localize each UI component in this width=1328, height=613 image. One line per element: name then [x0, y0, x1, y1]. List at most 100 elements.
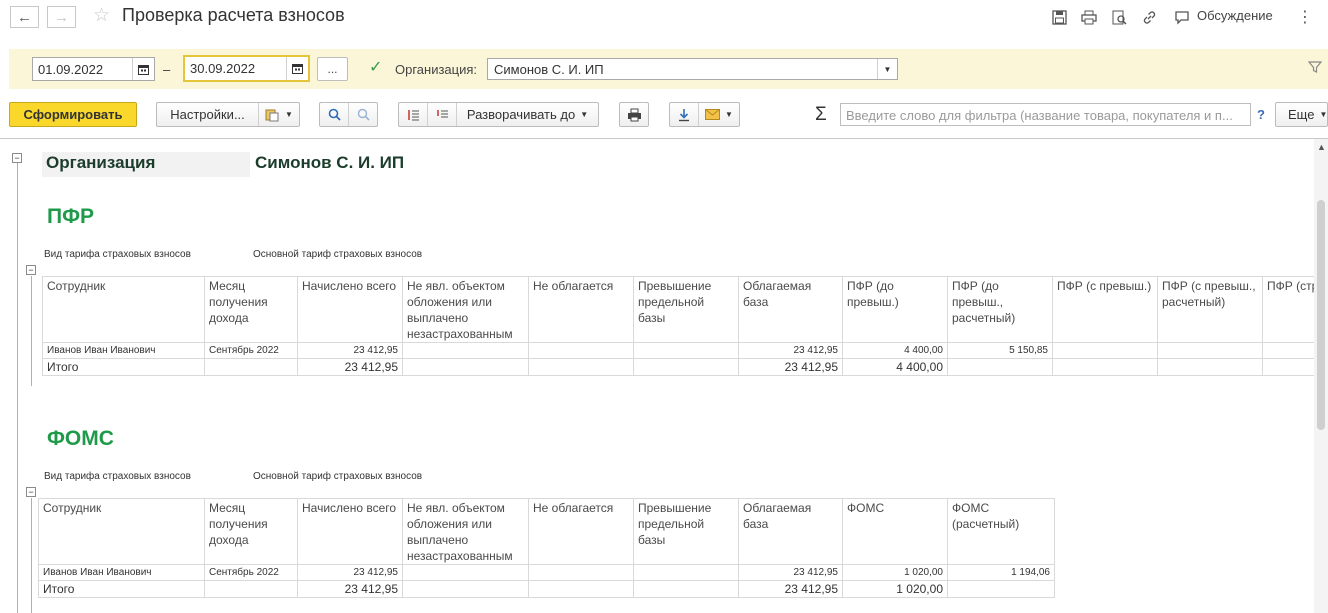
preview-icon[interactable] — [1110, 8, 1128, 26]
forward-button[interactable]: → — [47, 6, 76, 28]
more-button[interactable]: Еще ▼ — [1275, 102, 1328, 127]
clear-search-button[interactable] — [349, 103, 377, 126]
settings-button[interactable]: Настройки... — [157, 103, 259, 126]
discussion-icon[interactable] — [1173, 8, 1191, 26]
organization-select[interactable]: Симонов С. И. ИП ▼ — [487, 58, 898, 80]
table-row[interactable]: Иванов Иван Иванович Сентябрь 2022 23 41… — [38, 564, 1055, 581]
save-icon[interactable] — [1050, 8, 1068, 26]
collapse-groups-button[interactable] — [399, 103, 428, 126]
column-header: ПФР (до превыш.) — [842, 276, 948, 343]
table-cell[interactable] — [947, 358, 1053, 376]
tree-line — [31, 498, 32, 613]
search-icon — [328, 108, 341, 121]
table-cell[interactable]: 23 412,95 — [297, 580, 403, 598]
table-cell[interactable]: 23 412,95 — [738, 580, 843, 598]
table-cell[interactable]: 23 412,95 — [738, 564, 843, 581]
table-total-row[interactable]: Итого 23 412,95 23 412,95 1 020,00 — [38, 580, 1055, 598]
collapse-group-icon[interactable]: − — [26, 487, 36, 497]
table-cell[interactable] — [633, 564, 739, 581]
table-total-row[interactable]: Итого 23 412,95 23 412,95 4 400,00 — [42, 358, 1328, 376]
more-label: Еще — [1288, 107, 1315, 122]
table-cell[interactable] — [633, 342, 739, 359]
envelope-icon — [705, 109, 721, 120]
date-to-field[interactable]: 30.09.2022 — [183, 55, 310, 82]
table-cell[interactable] — [1157, 342, 1263, 359]
calendar-icon[interactable] — [286, 57, 308, 80]
table-cell[interactable]: 1 020,00 — [842, 564, 948, 581]
send-email-button[interactable]: ▼ — [699, 103, 739, 126]
filter-funnel-icon[interactable] — [1307, 60, 1323, 76]
link-icon[interactable] — [1140, 8, 1158, 26]
favorite-star-icon[interactable]: ☆ — [93, 4, 110, 27]
table-cell[interactable] — [1052, 358, 1158, 376]
column-header: ПФР (с превыш.) — [1052, 276, 1158, 343]
expand-groups-button[interactable] — [428, 103, 457, 126]
date-from-field[interactable]: 01.09.2022 — [32, 57, 155, 81]
column-header: ПФР (до превыш., расчетный) — [947, 276, 1053, 343]
search-button[interactable] — [320, 103, 349, 126]
filter-search-input[interactable]: Введите слово для фильтра (название това… — [840, 103, 1251, 126]
date-from-value: 01.09.2022 — [38, 61, 104, 77]
organization-checkbox[interactable]: ✓ — [369, 60, 385, 76]
column-header: Не явл. объектом обложения или выплачено… — [402, 498, 529, 565]
table-cell[interactable]: 5 150,85 — [947, 342, 1053, 359]
download-icon — [679, 108, 689, 121]
table-cell[interactable]: Иванов Иван Иванович — [38, 564, 205, 581]
table-cell[interactable] — [1052, 342, 1158, 359]
table-cell[interactable]: Итого — [38, 580, 205, 598]
table-cell[interactable] — [528, 580, 634, 598]
back-button[interactable]: ← — [10, 6, 39, 28]
expand-lines-icon — [437, 109, 448, 117]
table-cell[interactable] — [528, 358, 634, 376]
table-cell[interactable]: 23 412,95 — [297, 564, 403, 581]
table-cell[interactable] — [204, 358, 298, 376]
table-row[interactable]: Иванов Иван Иванович Сентябрь 2022 23 41… — [42, 342, 1328, 359]
expand-to-button[interactable]: Разворачивать до ▼ — [457, 103, 598, 126]
table-cell[interactable]: Сентябрь 2022 — [204, 564, 298, 581]
table-cell[interactable]: Иванов Иван Иванович — [42, 342, 205, 359]
table-cell[interactable] — [633, 580, 739, 598]
print-icon[interactable] — [1080, 8, 1098, 26]
table-cell[interactable]: 4 400,00 — [842, 358, 948, 376]
scroll-thumb[interactable] — [1317, 200, 1325, 430]
table-cell[interactable] — [402, 564, 529, 581]
section-title-pfr: ПФР — [47, 205, 95, 228]
chevron-down-icon: ▼ — [1319, 110, 1328, 119]
table-cell[interactable] — [633, 358, 739, 376]
collapse-group-icon[interactable]: − — [26, 265, 36, 275]
table-cell[interactable] — [947, 580, 1055, 598]
table-cell[interactable]: 4 400,00 — [842, 342, 948, 359]
table-cell[interactable]: 23 412,95 — [297, 358, 403, 376]
table-cell[interactable] — [528, 342, 634, 359]
save-to-file-button[interactable] — [670, 103, 699, 126]
table-cell[interactable]: 1 020,00 — [842, 580, 948, 598]
tree-line — [17, 163, 18, 613]
table-cell[interactable]: 23 412,95 — [738, 358, 843, 376]
table-cell[interactable] — [402, 358, 529, 376]
chevron-down-icon: ▼ — [580, 110, 589, 119]
table-cell[interactable] — [528, 564, 634, 581]
table-cell[interactable]: Сентябрь 2022 — [204, 342, 298, 359]
table-cell[interactable] — [204, 580, 298, 598]
scroll-up-icon[interactable]: ▲ — [1317, 142, 1326, 152]
sum-icon[interactable]: Σ — [815, 104, 827, 126]
table-cell[interactable] — [402, 580, 529, 598]
table-cell[interactable] — [402, 342, 529, 359]
select-period-button[interactable]: ... — [317, 57, 348, 81]
calendar-icon[interactable] — [132, 58, 154, 80]
column-header: Сотрудник — [38, 498, 205, 565]
settings-button-group: Настройки... ▼ — [156, 102, 300, 127]
variants-button[interactable]: ▼ — [259, 103, 299, 126]
collapse-group-icon[interactable]: − — [12, 153, 22, 163]
table-cell[interactable] — [1157, 358, 1263, 376]
table-cell[interactable]: 23 412,95 — [738, 342, 843, 359]
table-cell[interactable]: 23 412,95 — [297, 342, 403, 359]
generate-button[interactable]: Сформировать — [9, 102, 137, 127]
help-button[interactable]: ? — [1257, 107, 1265, 122]
table-cell[interactable]: Итого — [42, 358, 205, 376]
chevron-down-icon[interactable]: ▼ — [877, 59, 897, 79]
more-vertical-icon[interactable]: ⋮ — [1296, 8, 1314, 26]
print-button[interactable] — [619, 102, 649, 127]
table-cell[interactable]: 1 194,06 — [947, 564, 1055, 581]
discussion-button[interactable]: Обсуждение — [1197, 8, 1273, 23]
